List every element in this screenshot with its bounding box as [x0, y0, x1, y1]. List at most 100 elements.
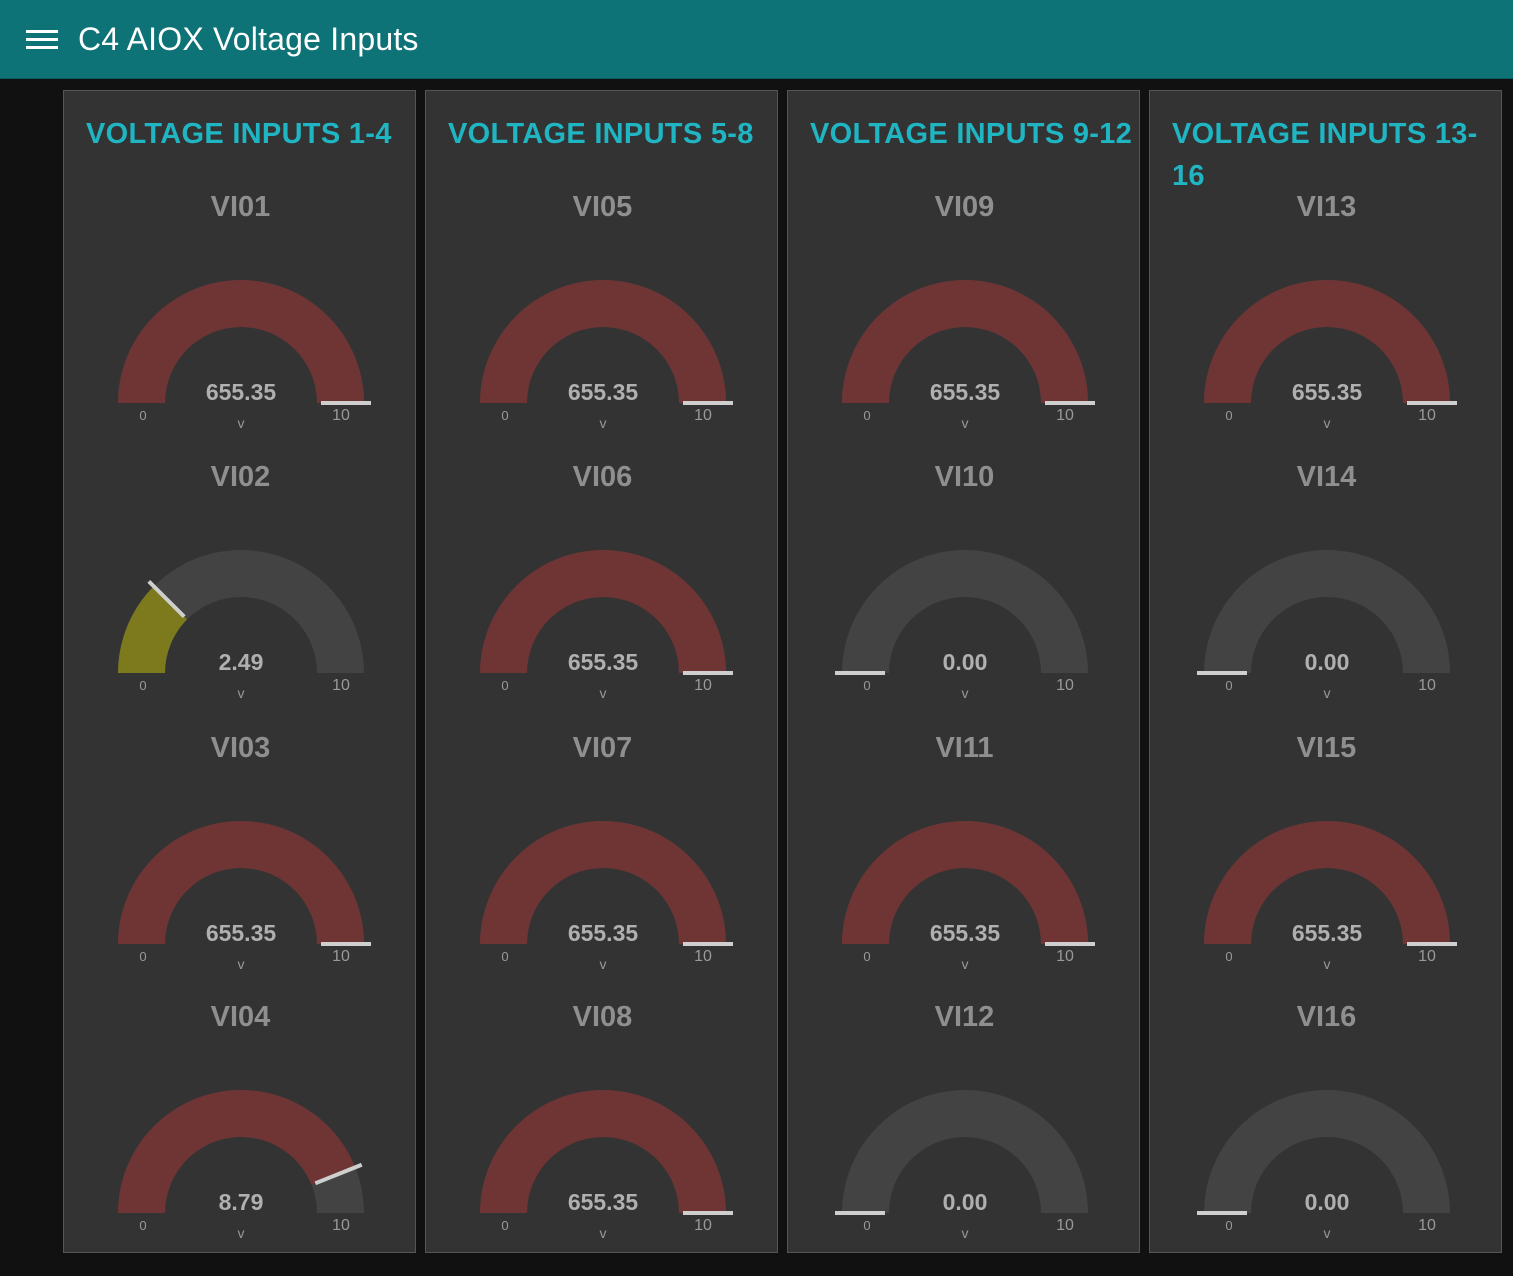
gauge-max-label: 10: [694, 948, 712, 965]
gauge-max-label: 10: [332, 948, 350, 965]
gauge-unit: v: [238, 956, 245, 972]
voltage-gauge: 655.35 v 0 10: [842, 821, 1095, 972]
gauge-min-label: 0: [863, 408, 870, 423]
gauge-unit: v: [600, 685, 607, 701]
gauge-widget-vi11: VI11 655.35 v 0 10: [788, 732, 1141, 992]
gauge-value: 655.35: [206, 379, 277, 405]
voltage-gauge: 655.35 v 0 10: [118, 280, 371, 431]
gauge-value: 655.35: [1292, 379, 1363, 405]
gauge-widget-vi13: VI13 655.35 v 0 10: [1150, 191, 1503, 451]
voltage-gauge: 0.00 v 0 10: [835, 1090, 1088, 1241]
gauge-unit: v: [962, 685, 969, 701]
gauge-widget-vi08: VI08 655.35 v 0 10: [426, 1001, 779, 1261]
gauge-value: 655.35: [568, 920, 639, 946]
gauge-widget-vi03: VI03 655.35 v 0 10: [64, 732, 417, 992]
voltage-gauge: 8.79 v 0 10: [118, 1089, 364, 1241]
gauge-min-label: 0: [139, 678, 146, 693]
gauge-min-label: 0: [501, 1218, 508, 1233]
gauge-widget-vi01: VI01 655.35 v 0 10: [64, 191, 417, 451]
gauge-max-label: 10: [1056, 948, 1074, 965]
gauge-widget-vi02: VI02 2.49 v 0 10: [64, 461, 417, 721]
voltage-group-4: VOLTAGE INPUTS 13-16 VI13 655.35 v 0 10 VI14 0.…: [1149, 90, 1502, 1253]
gauge-unit: v: [962, 415, 969, 431]
gauge-max-label: 10: [1056, 677, 1074, 694]
gauge-max-label: 10: [1418, 1217, 1436, 1234]
gauge-min-label: 0: [1225, 678, 1232, 693]
gauge-unit: v: [600, 415, 607, 431]
voltage-gauge: 655.35 v 0 10: [480, 550, 733, 701]
gauge-max-label: 10: [1418, 407, 1436, 424]
gauge-widget-vi05: VI05 655.35 v 0 10: [426, 191, 779, 451]
gauge-min-label: 0: [863, 1218, 870, 1233]
gauge-widget-vi15: VI15 655.35 v 0 10: [1150, 732, 1503, 992]
voltage-gauge: 655.35 v 0 10: [480, 821, 733, 972]
gauge-max-label: 10: [1418, 948, 1436, 965]
gauge-max-label: 10: [694, 677, 712, 694]
gauge-value: 655.35: [568, 379, 639, 405]
gauge-unit: v: [238, 1225, 245, 1241]
gauge-min-label: 0: [501, 408, 508, 423]
hamburger-menu-icon[interactable]: [26, 21, 62, 57]
gauge-min-label: 0: [139, 949, 146, 964]
gauge-unit: v: [1324, 956, 1331, 972]
gauge-max-label: 10: [1056, 407, 1074, 424]
gauge-min-label: 0: [1225, 408, 1232, 423]
voltage-gauge: 655.35 v 0 10: [480, 1090, 733, 1241]
gauge-unit: v: [1324, 685, 1331, 701]
gauge-value: 0.00: [1305, 1189, 1350, 1215]
group-title: VOLTAGE INPUTS 9-12: [810, 118, 1133, 150]
gauge-max-label: 10: [332, 1217, 350, 1234]
voltage-gauge: 655.35 v 0 10: [1204, 280, 1457, 431]
gauge-unit: v: [962, 956, 969, 972]
gauge-value: 0.00: [943, 1189, 988, 1215]
gauge-widget-vi14: VI14 0.00 v 0 10: [1150, 461, 1503, 721]
gauge-value: 8.79: [219, 1189, 264, 1215]
gauge-widget-vi10: VI10 0.00 v 0 10: [788, 461, 1141, 721]
gauge-value: 655.35: [206, 920, 277, 946]
gauge-unit: v: [600, 956, 607, 972]
voltage-gauge: 0.00 v 0 10: [1197, 1090, 1450, 1241]
voltage-gauge: 0.00 v 0 10: [1197, 550, 1450, 701]
gauge-value: 2.49: [219, 649, 264, 675]
gauge-min-label: 0: [501, 678, 508, 693]
gauge-min-label: 0: [863, 949, 870, 964]
gauge-widget-vi06: VI06 655.35 v 0 10: [426, 461, 779, 721]
voltage-gauge: 2.49 v 0 10: [118, 550, 364, 701]
voltage-group-1: VOLTAGE INPUTS 1-4 VI01 655.35 v 0 10 VI02 2.49…: [63, 90, 416, 1253]
voltage-gauge: 655.35 v 0 10: [118, 821, 371, 972]
gauge-value: 655.35: [930, 379, 1001, 405]
page-title: C4 AIOX Voltage Inputs: [78, 20, 419, 57]
voltage-gauge: 655.35 v 0 10: [842, 280, 1095, 431]
gauge-unit: v: [1324, 1225, 1331, 1241]
gauge-unit: v: [1324, 415, 1331, 431]
gauge-max-label: 10: [1418, 677, 1436, 694]
gauge-min-label: 0: [1225, 949, 1232, 964]
gauge-unit: v: [238, 415, 245, 431]
top-toolbar: C4 AIOX Voltage Inputs: [0, 0, 1513, 79]
gauge-widget-vi07: VI07 655.35 v 0 10: [426, 732, 779, 992]
gauge-value: 0.00: [943, 649, 988, 675]
gauge-widget-vi12: VI12 0.00 v 0 10: [788, 1001, 1141, 1261]
group-title: VOLTAGE INPUTS 1-4: [86, 118, 392, 150]
gauge-widget-vi16: VI16 0.00 v 0 10: [1150, 1001, 1503, 1261]
gauge-min-label: 0: [1225, 1218, 1232, 1233]
gauge-min-label: 0: [139, 408, 146, 423]
gauge-max-label: 10: [332, 677, 350, 694]
gauge-unit: v: [238, 685, 245, 701]
dashboard-content: VOLTAGE INPUTS 1-4 VI01 655.35 v 0 10 VI02 2.49…: [63, 90, 1502, 1253]
gauge-max-label: 10: [1056, 1217, 1074, 1234]
gauge-value: 655.35: [568, 1189, 639, 1215]
voltage-gauge: 655.35 v 0 10: [1204, 821, 1457, 972]
gauge-min-label: 0: [139, 1218, 146, 1233]
voltage-group-2: VOLTAGE INPUTS 5-8 VI05 655.35 v 0 10 VI06 655.…: [425, 90, 778, 1253]
gauge-min-label: 0: [863, 678, 870, 693]
group-title: VOLTAGE INPUTS 5-8: [448, 118, 754, 150]
voltage-gauge: 655.35 v 0 10: [480, 280, 733, 431]
voltage-gauge: 0.00 v 0 10: [835, 550, 1088, 701]
gauge-value: 655.35: [568, 649, 639, 675]
gauge-min-label: 0: [501, 949, 508, 964]
gauge-widget-vi09: VI09 655.35 v 0 10: [788, 191, 1141, 451]
gauge-max-label: 10: [332, 407, 350, 424]
gauge-value: 0.00: [1305, 649, 1350, 675]
gauge-unit: v: [600, 1225, 607, 1241]
